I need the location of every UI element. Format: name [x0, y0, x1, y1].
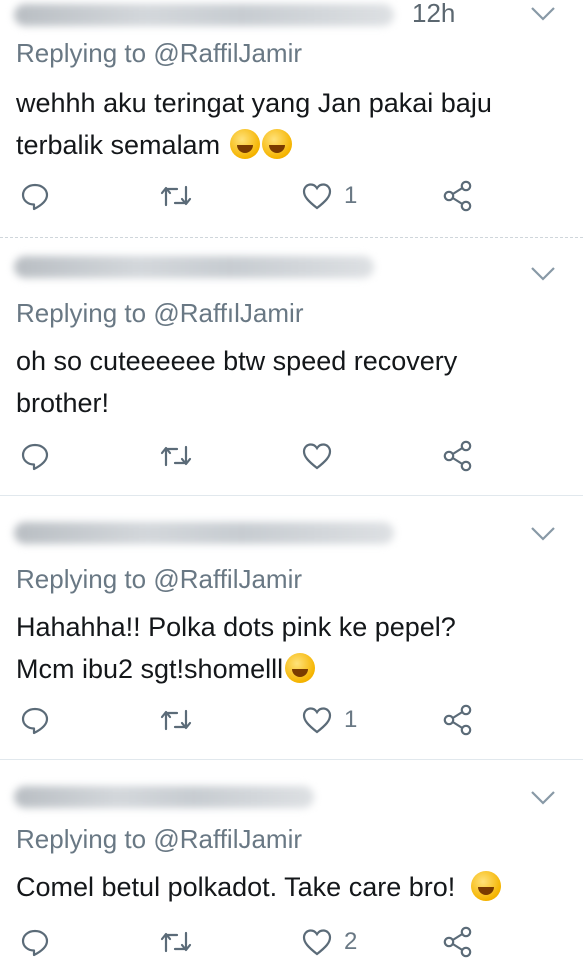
timestamp: 12h [412, 0, 456, 28]
tweet-text: oh so cuteeeeee btw speed recovery broth… [16, 340, 536, 424]
chevron-down-icon[interactable] [530, 6, 556, 22]
blurred-username [14, 522, 394, 544]
replying-to-handle[interactable]: @RaffilJamir [153, 38, 302, 68]
replying-to-handle[interactable]: @RaffılJamir [153, 298, 303, 328]
like-count: 1 [344, 182, 358, 209]
tweet-text-content: Comel betul polkadot. Take care bro! [16, 872, 456, 902]
blurred-username [14, 4, 394, 26]
heart-icon [302, 929, 332, 956]
reply-tweet-1[interactable]: 12h Replying to @RaffilJamir wehhh aku t… [0, 0, 583, 238]
reply-feed: 12h Replying to @RaffilJamir wehhh aku t… [0, 0, 583, 965]
tweet-text-content: oh so cuteeeeee btw speed recovery broth… [16, 346, 458, 418]
tears-of-joy-emoji [285, 653, 316, 683]
share-button[interactable] [442, 924, 474, 960]
tweet-text: wehhh aku teringat yang Jan pakai baju t… [16, 82, 561, 166]
share-button[interactable] [442, 702, 474, 738]
chevron-down-icon[interactable] [530, 526, 556, 542]
like-button[interactable] [302, 438, 332, 474]
retweet-button[interactable] [160, 438, 192, 474]
tweet-actions: 2 [0, 924, 583, 960]
tweet-actions [0, 438, 583, 474]
retweet-button[interactable] [160, 924, 192, 960]
replying-to-prefix: Replying to [16, 38, 147, 68]
like-button[interactable]: 1 [302, 702, 357, 738]
share-button[interactable] [442, 438, 474, 474]
reply-icon [21, 183, 49, 211]
reply-icon [21, 929, 49, 957]
share-icon [443, 440, 472, 472]
retweet-button[interactable] [160, 178, 192, 214]
heart-icon [302, 443, 332, 470]
heart-icon [302, 183, 332, 210]
rofl-emoji [261, 129, 292, 159]
retweet-icon [160, 185, 192, 207]
retweet-button[interactable] [160, 702, 192, 738]
reply-button[interactable] [20, 702, 50, 738]
replying-to: Replying to @RaffılJamir [16, 298, 303, 329]
replying-to: Replying to @RaffilJamir [16, 564, 302, 595]
heart-icon [302, 707, 332, 734]
share-icon [443, 180, 472, 212]
like-count: 1 [344, 706, 358, 733]
reply-icon [21, 443, 49, 471]
replying-to-prefix: Replying to [16, 824, 147, 854]
like-button[interactable]: 1 [302, 178, 357, 214]
tweet-text: Comel betul polkadot. Take care bro! [16, 866, 561, 908]
reply-icon [21, 707, 49, 735]
tweet-text: Hahahha!! Polka dots pink ke pepel? Mcm … [16, 606, 516, 690]
share-icon [443, 926, 472, 958]
share-button[interactable] [442, 178, 474, 214]
rofl-emoji [229, 129, 260, 159]
reply-button[interactable] [20, 438, 50, 474]
tweet-text-content: Hahahha!! Polka dots pink ke pepel? Mcm … [16, 612, 456, 684]
retweet-icon [160, 445, 192, 467]
reply-tweet-2[interactable]: Replying to @RaffılJamir oh so cuteeeeee… [0, 238, 583, 496]
reply-tweet-3[interactable]: Replying to @RaffilJamir Hahahha!! Polka… [0, 496, 583, 760]
replying-to: Replying to @RaffilJamir [16, 824, 302, 855]
blurred-username [14, 786, 314, 808]
like-button[interactable]: 2 [302, 924, 357, 960]
reply-button[interactable] [20, 178, 50, 214]
replying-to-prefix: Replying to [16, 298, 147, 328]
blurred-username [14, 256, 374, 278]
retweet-icon [160, 709, 192, 731]
grinning-emoji [470, 871, 501, 901]
like-count: 2 [344, 928, 358, 955]
share-icon [443, 704, 472, 736]
retweet-icon [160, 931, 192, 953]
replying-to-handle[interactable]: @RaffilJamir [153, 564, 302, 594]
chevron-down-icon[interactable] [530, 790, 556, 806]
reply-tweet-4[interactable]: Replying to @RaffilJamir Comel betul pol… [0, 760, 583, 965]
chevron-down-icon[interactable] [530, 266, 556, 282]
tweet-actions: 1 [0, 702, 583, 738]
replying-to: Replying to @RaffilJamir [16, 38, 302, 69]
replying-to-prefix: Replying to [16, 564, 147, 594]
reply-button[interactable] [20, 924, 50, 960]
tweet-actions: 1 [0, 178, 583, 214]
replying-to-handle[interactable]: @RaffilJamir [153, 824, 302, 854]
